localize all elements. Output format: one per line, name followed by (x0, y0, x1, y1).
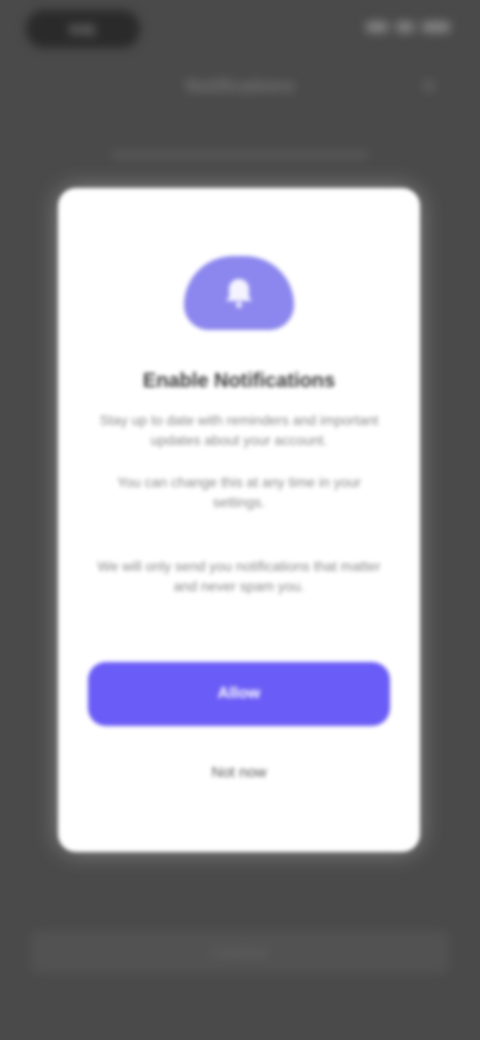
bell-icon (184, 256, 294, 330)
dialog-body-text: You can change this at any time in your … (117, 474, 361, 510)
close-icon[interactable]: ✕ (418, 76, 440, 98)
dialog-title: Enable Notifications (142, 370, 336, 392)
battery-icon (422, 22, 450, 32)
status-icons (366, 22, 450, 32)
signal-icon (366, 22, 388, 32)
background-divider (110, 150, 370, 160)
wifi-icon (396, 22, 414, 32)
status-time-pill: 9:41 (26, 10, 140, 48)
background-continue-label: Continue (211, 944, 269, 960)
status-time: 9:41 (70, 21, 96, 37)
background-title: Notifications (185, 76, 295, 96)
dialog-body-text: We will only send you notifications that… (97, 558, 381, 594)
dialog-body-text: Stay up to date with reminders and impor… (99, 412, 379, 448)
allow-button[interactable]: Allow (88, 662, 390, 726)
bell-glyph (226, 279, 252, 308)
not-now-button[interactable]: Not now (58, 764, 420, 788)
background-continue-button: Continue (30, 930, 450, 974)
permission-dialog: Enable Notifications Stay up to date wit… (58, 188, 420, 852)
